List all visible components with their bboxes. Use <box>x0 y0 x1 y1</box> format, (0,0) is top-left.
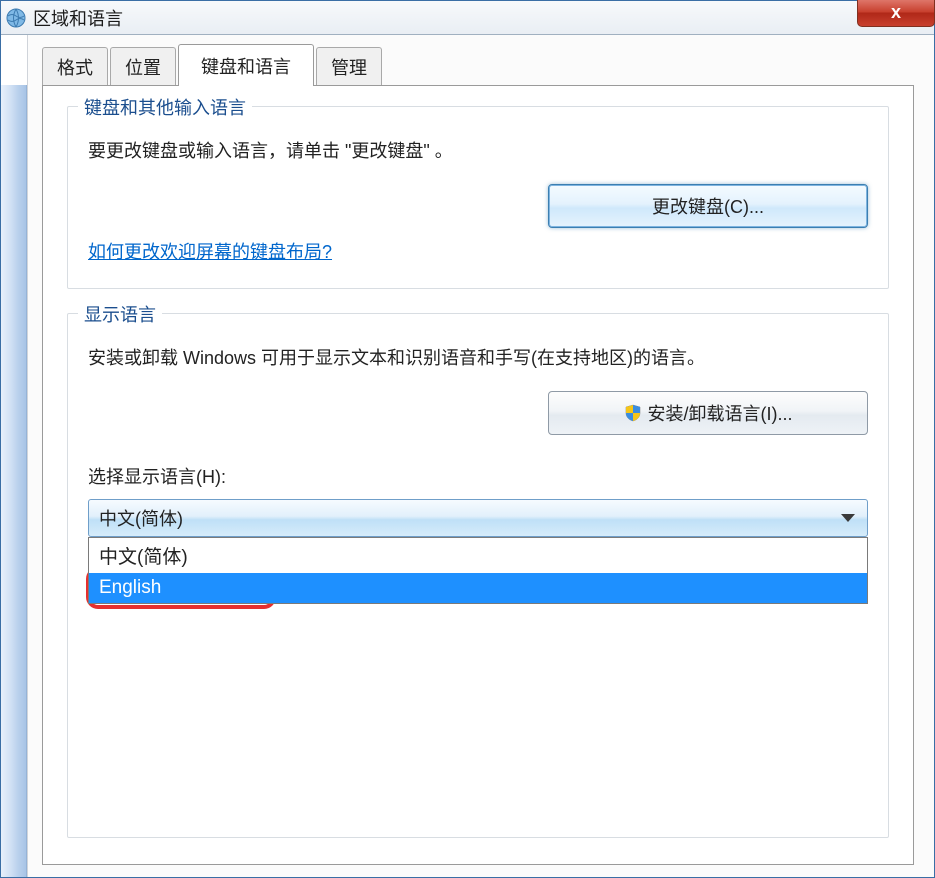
close-button[interactable]: x <box>857 0 935 27</box>
keyboard-input-group: 键盘和其他输入语言 要更改键盘或输入语言，请单击 "更改键盘" 。 更改键盘(C… <box>67 106 889 289</box>
tab-panel-keyboard-language: 键盘和其他输入语言 要更改键盘或输入语言，请单击 "更改键盘" 。 更改键盘(C… <box>42 85 914 865</box>
tab-admin[interactable]: 管理 <box>316 47 382 85</box>
close-icon: x <box>891 2 901 23</box>
display-group-legend: 显示语言 <box>78 301 162 327</box>
tab-location[interactable]: 位置 <box>110 47 176 85</box>
dropdown-option-chinese-simplified[interactable]: 中文(简体) <box>89 538 867 573</box>
display-language-group: 显示语言 安装或卸载 Windows 可用于显示文本和识别语音和手写(在支持地区… <box>67 313 889 838</box>
tab-strip: 格式 位置 键盘和语言 管理 <box>42 49 914 85</box>
welcome-screen-layout-link[interactable]: 如何更改欢迎屏幕的键盘布局? <box>88 242 332 262</box>
region-language-dialog: 区域和语言 x 格式 位置 键盘和语言 管理 键盘和其他输入语言 要更改键盘或输… <box>0 0 935 878</box>
client-area: 格式 位置 键盘和语言 管理 键盘和其他输入语言 要更改键盘或输入语言，请单击 … <box>1 35 934 877</box>
display-language-combo-wrap: 中文(简体) 中文(简体) English <box>88 499 868 537</box>
install-uninstall-language-button[interactable]: 安装/卸载语言(I)... <box>548 391 868 435</box>
keyboard-group-legend: 键盘和其他输入语言 <box>78 94 252 120</box>
select-display-language-label: 选择显示语言(H): <box>88 463 868 489</box>
install-uninstall-label: 安装/卸载语言(I)... <box>648 400 793 426</box>
keyboard-group-description: 要更改键盘或输入语言，请单击 "更改键盘" 。 <box>88 137 868 166</box>
uac-shield-icon <box>624 404 642 422</box>
globe-icon <box>5 7 27 29</box>
window-title: 区域和语言 <box>33 5 123 31</box>
combobox-selected-value: 中文(简体) <box>99 505 183 531</box>
display-language-dropdown: 中文(简体) English <box>88 537 868 604</box>
change-keyboard-button[interactable]: 更改键盘(C)... <box>548 184 868 228</box>
titlebar: 区域和语言 x <box>1 1 934 35</box>
dropdown-option-english[interactable]: English <box>89 573 867 603</box>
tab-keyboard-language[interactable]: 键盘和语言 <box>178 44 314 86</box>
tab-format[interactable]: 格式 <box>42 47 108 85</box>
change-keyboard-label: 更改键盘(C)... <box>652 193 764 219</box>
dialog-surface: 格式 位置 键盘和语言 管理 键盘和其他输入语言 要更改键盘或输入语言，请单击 … <box>27 35 934 877</box>
display-group-description: 安装或卸载 Windows 可用于显示文本和识别语音和手写(在支持地区)的语言。 <box>88 344 868 373</box>
chevron-down-icon <box>841 514 855 522</box>
left-frame-accent <box>1 85 27 877</box>
display-language-combobox[interactable]: 中文(简体) <box>88 499 868 537</box>
